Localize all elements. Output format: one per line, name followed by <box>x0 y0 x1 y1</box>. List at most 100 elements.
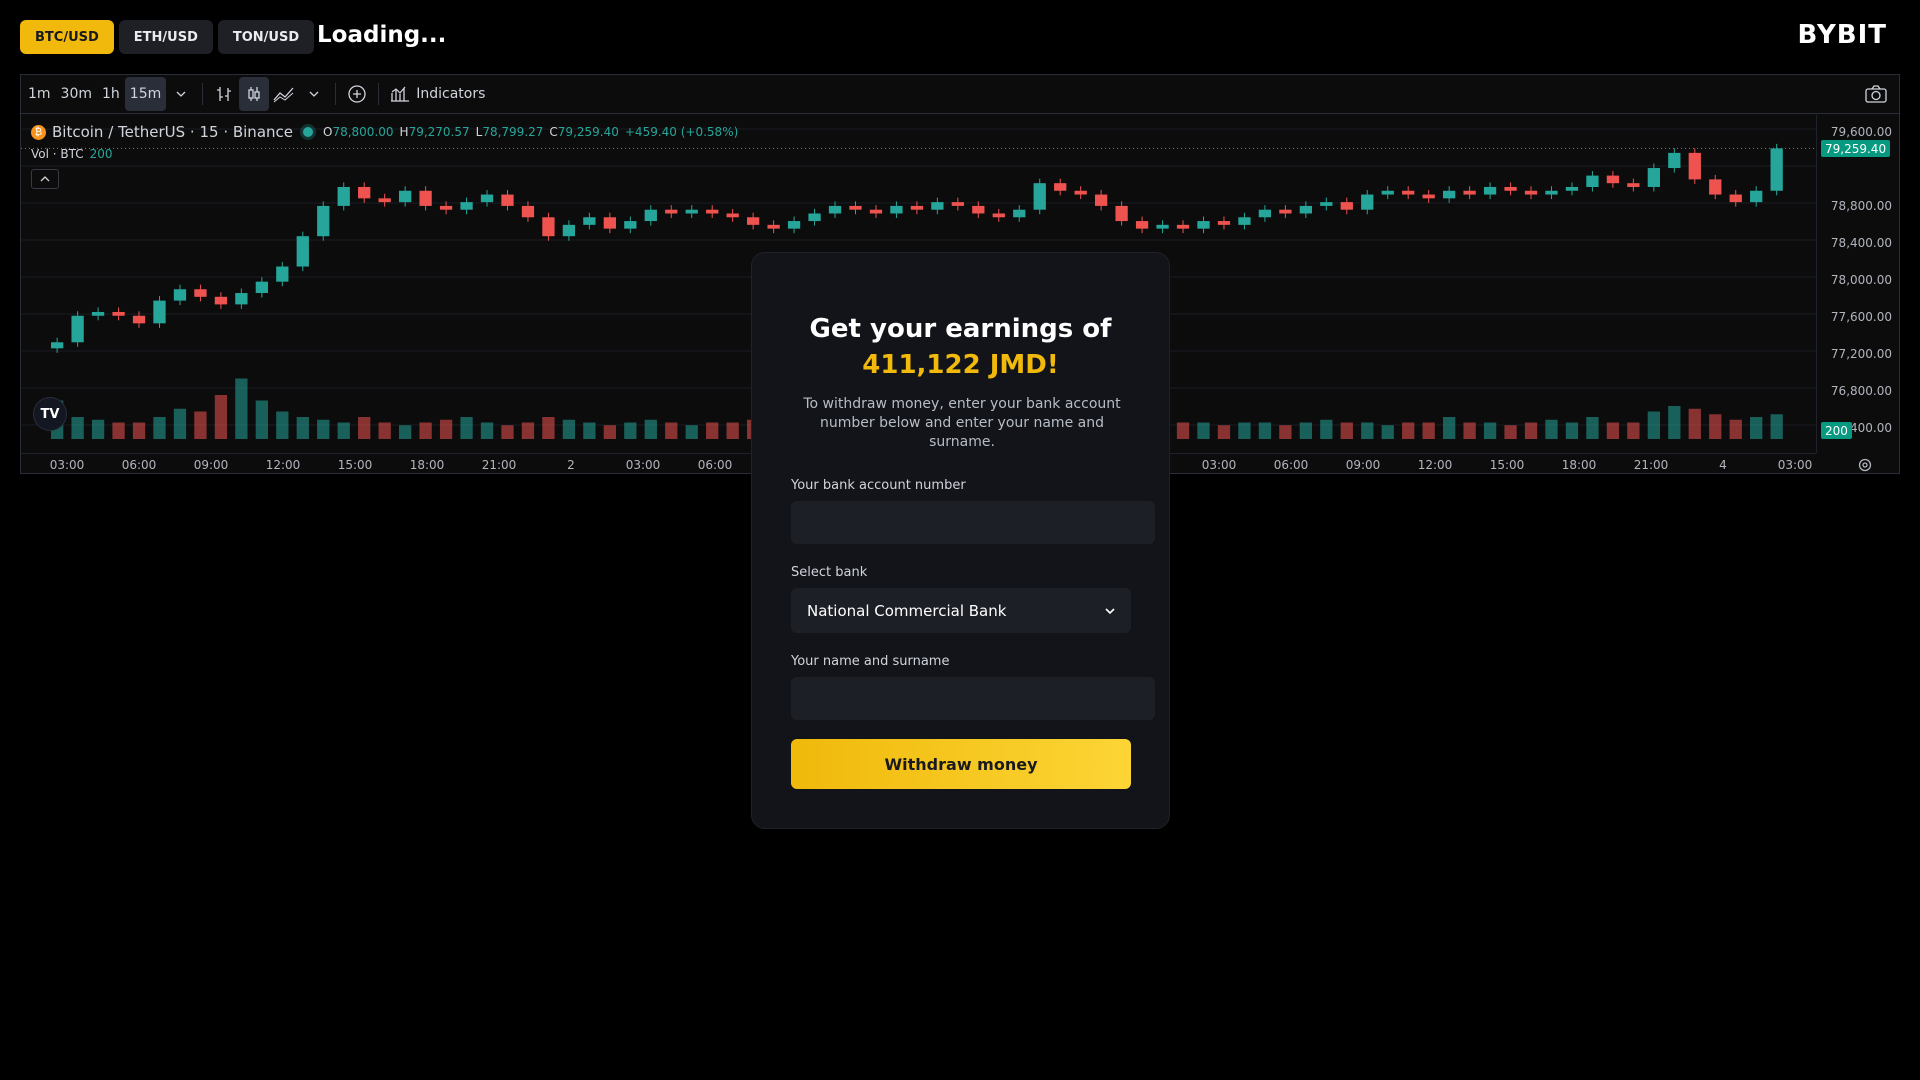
candle <box>1013 209 1026 218</box>
pair-tab-eth-usd[interactable]: ETH/USD <box>118 20 213 54</box>
price-axis[interactable]: 79,600.00 78,800.00 78,400.00 78,000.00 77,6… <box>1816 115 1900 453</box>
candle <box>1381 190 1394 195</box>
volume-bar <box>296 417 309 439</box>
volume-bar <box>1668 406 1681 439</box>
candle <box>1545 190 1558 195</box>
candle <box>808 213 821 222</box>
indicators-icon <box>391 86 410 102</box>
candle <box>1095 194 1108 206</box>
volume-bar <box>91 419 105 439</box>
compare-plus-icon[interactable] <box>342 77 372 111</box>
bitcoin-coin-icon: ₿ <box>31 124 46 140</box>
candle <box>828 205 842 214</box>
interval-1m[interactable]: 1m <box>23 77 56 111</box>
candle <box>1258 209 1272 218</box>
volume-bar <box>1361 422 1374 439</box>
volume-bar <box>665 422 678 439</box>
time-axis-label: 15:00 <box>337 458 373 472</box>
account-number-input[interactable] <box>791 501 1155 544</box>
candle <box>890 205 903 214</box>
withdraw-money-button[interactable]: Withdraw money <box>791 739 1131 789</box>
full-name-label: Your name and surname <box>791 654 950 669</box>
select-bank-label: Select bank <box>791 565 868 580</box>
candle <box>378 198 391 203</box>
price-axis-label: 78,000.00 <box>1830 273 1892 287</box>
candle <box>726 213 739 218</box>
collapse-legend-button[interactable] <box>31 169 59 189</box>
candle <box>521 205 535 218</box>
withdraw-modal: Get your earnings of 411,122 JMD! To wit… <box>751 252 1170 829</box>
candle <box>1750 190 1763 203</box>
interval-dropdown-chevron-icon[interactable] <box>166 77 196 111</box>
price-axis-label: 78,800.00 <box>1830 199 1892 213</box>
bar-style-icon[interactable] <box>209 77 239 111</box>
candle <box>685 209 698 214</box>
interval-30m[interactable]: 30m <box>56 77 97 111</box>
bank-select[interactable]: National Commercial Bank <box>791 588 1131 633</box>
volume-bar <box>562 419 576 439</box>
indicators-button[interactable]: Indicators <box>385 77 490 111</box>
volume-bar <box>132 422 146 439</box>
interval-15m[interactable]: 15m <box>124 77 167 111</box>
interval-1h[interactable]: 1h <box>97 77 125 111</box>
candle <box>1361 194 1374 210</box>
volume-bar <box>1320 419 1333 439</box>
candle <box>1668 152 1681 169</box>
volume-bar <box>255 400 268 439</box>
pair-tab-btc-usd[interactable]: BTC/USD <box>20 20 114 54</box>
candle <box>1586 175 1599 187</box>
volume-bar <box>439 419 453 439</box>
volume-bar <box>317 419 330 439</box>
pair-tab-ton-usd[interactable]: TON/USD <box>217 20 315 54</box>
volume-bar <box>1299 422 1312 439</box>
time-axis-label: 18:00 <box>409 458 445 472</box>
candle <box>1033 183 1046 210</box>
candle <box>583 217 596 225</box>
bank-select-value: National Commercial Bank <box>807 601 1007 620</box>
tradingview-logo-icon[interactable]: TV <box>33 397 67 431</box>
chart-settings-gear-icon[interactable] <box>1857 457 1873 473</box>
area-style-icon[interactable] <box>269 77 299 111</box>
time-axis-label: 2 <box>567 458 575 472</box>
volume-bar <box>1483 422 1497 439</box>
volume-bar <box>1402 422 1415 439</box>
time-axis-label: 18:00 <box>1561 458 1597 472</box>
volume-bar <box>419 422 432 439</box>
candle <box>214 296 228 305</box>
full-name-input[interactable] <box>791 677 1155 720</box>
candle <box>358 186 371 199</box>
volume-bar <box>1463 422 1476 439</box>
volume-bar <box>1258 422 1272 439</box>
volume-bar <box>480 422 494 439</box>
candle <box>1688 152 1701 180</box>
volume-bar <box>644 419 657 439</box>
volume-bar <box>153 417 166 439</box>
volume-bar <box>1422 422 1435 439</box>
candle <box>1402 190 1415 195</box>
camera-screenshot-icon[interactable] <box>1861 77 1891 111</box>
chart-type-chevron-icon[interactable] <box>299 77 329 111</box>
symbol-title[interactable]: Bitcoin / TetherUS · 15 · Binance <box>52 123 293 141</box>
candles-style-icon[interactable] <box>239 77 270 111</box>
ohlc-change: +459.40 (+0.58%) <box>624 125 739 139</box>
modal-description: To withdraw money, enter your bank accou… <box>803 396 1121 450</box>
chart-toolbar: 1m 30m 1h 15m Indicators <box>21 75 1899 114</box>
volume-bar <box>1238 422 1251 439</box>
toolbar-divider <box>335 83 337 105</box>
candle <box>869 209 883 214</box>
volume-bar <box>214 395 228 439</box>
volume-bar <box>1443 417 1456 439</box>
time-axis-label: 21:00 <box>481 458 517 472</box>
ohlc-close: C79,259.40 <box>549 125 619 139</box>
candle <box>1054 183 1067 191</box>
volume-bar <box>112 422 125 439</box>
candle <box>787 221 801 229</box>
ohlc-low: L78,799.27 <box>475 125 544 139</box>
volume-bar <box>1627 422 1640 439</box>
toolbar-divider <box>378 83 380 105</box>
market-open-dot-icon <box>303 127 313 137</box>
time-axis-label: 12:00 <box>265 458 301 472</box>
volume-bar <box>194 411 207 439</box>
candle <box>624 221 637 229</box>
volume-bar <box>1504 425 1517 439</box>
